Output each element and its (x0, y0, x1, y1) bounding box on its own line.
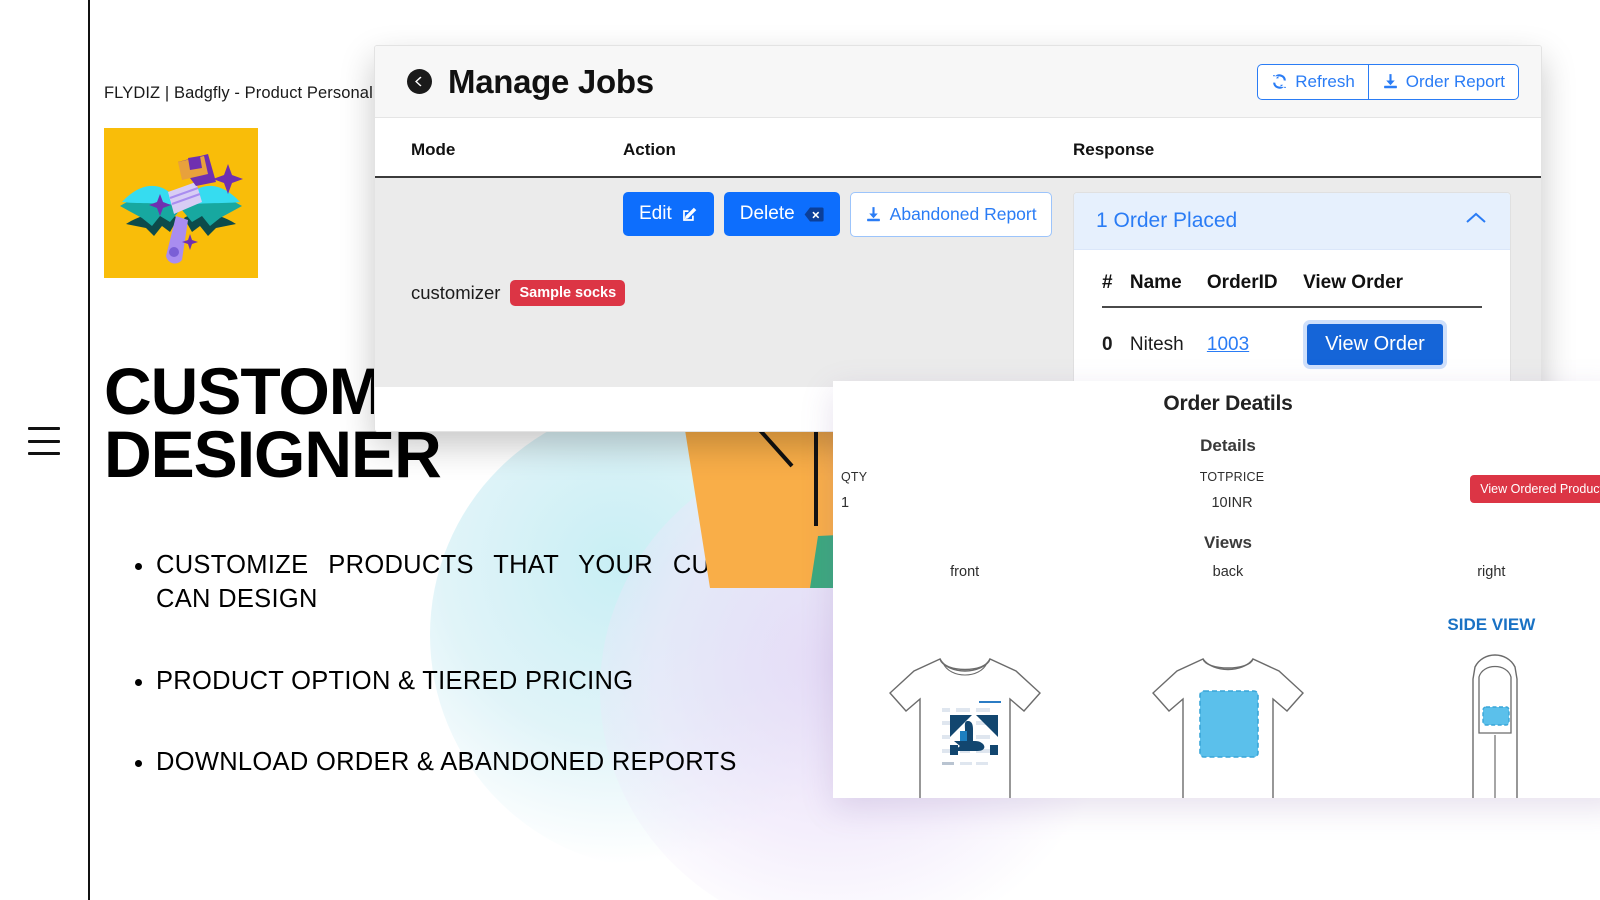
details-heading: Details (1200, 436, 1256, 455)
mode-label: customizer (411, 281, 501, 303)
view-label-text: back (1212, 564, 1244, 580)
order-accordion: 1 Order Placed # Name OrderID View Order… (1073, 192, 1511, 387)
back-arrow-glyph (415, 76, 422, 87)
delete-button[interactable]: Delete (723, 192, 840, 236)
view-label-front: front (833, 563, 1096, 581)
details-grid: QTY 1 TOTPRICE 10INR View Ordered Produc… (833, 470, 1600, 511)
col-name: Name (1129, 266, 1207, 308)
hamburger-line (28, 439, 60, 443)
shirt-front-wrap (833, 645, 1096, 798)
screenshot-root: FLYDIZ | Badgfly - Product Personalizer (0, 0, 1600, 900)
views-labels-row: front back right (833, 563, 1600, 581)
pencil-square-icon (682, 207, 697, 221)
totprice-field: TOTPRICE 10INR (1102, 470, 1363, 511)
status-badge: Sample socks (510, 279, 626, 306)
column-header-response: Response (1073, 140, 1155, 159)
download-icon (866, 207, 880, 222)
totprice-label: TOTPRICE (1199, 470, 1265, 484)
shirt-back-wrap (1096, 645, 1359, 798)
manage-jobs-header: Manage Jobs Refresh Order Report (375, 46, 1541, 118)
column-header-action: Action (623, 140, 676, 159)
cell-index: 0 (1102, 307, 1130, 382)
view-label-right: right (1360, 563, 1600, 581)
accordion-header[interactable]: 1 Order Placed (1074, 193, 1510, 250)
hamburger-line (28, 452, 60, 455)
delete-label: Delete (739, 203, 795, 224)
shirt-side-wrap (1360, 645, 1600, 798)
download-icon (1383, 74, 1397, 89)
list-item: DOWNLOAD ORDER & ABANDONED REPORTS (156, 745, 838, 779)
col-view-order: View Order (1303, 266, 1482, 308)
view-image-right: SIDE VIEW (1360, 591, 1600, 798)
qty-label: QTY (841, 470, 868, 484)
accordion-title: 1 Order Placed (1096, 209, 1238, 232)
cell-view-order: View Order (1303, 307, 1482, 382)
refresh-icon (1273, 74, 1287, 89)
print-area-back (1199, 690, 1259, 758)
view-order-button[interactable]: View Order (1303, 320, 1447, 369)
totprice-value: 10INR (1211, 495, 1253, 511)
order-report-label: Order Report (1405, 71, 1505, 91)
col-orderid: OrderID (1206, 266, 1304, 308)
views-heading: Views (1204, 533, 1252, 552)
brand-title: FLYDIZ | Badgfly - Product Personalizer (104, 84, 400, 102)
slide-left-divider (88, 0, 90, 900)
tshirt-front-icon (888, 658, 1041, 798)
order-details-title: Order Deatils (1163, 392, 1293, 415)
print-area-side (1482, 706, 1511, 726)
cell-action: Edit Delete Abandoned Report (623, 178, 1063, 387)
hamburger-line (28, 427, 60, 430)
cell-mode: customizer Sample socks (375, 178, 626, 387)
order-details-card: Order Deatils Details QTY 1 TOTPRICE 10I… (833, 381, 1600, 798)
edit-button[interactable]: Edit (623, 192, 714, 236)
views-images-row: SIDE VIEW (833, 591, 1600, 798)
col-index: # (1102, 266, 1130, 308)
times-box-icon (804, 207, 824, 221)
cell-name: Nitesh (1129, 307, 1207, 382)
column-header-mode: Mode (411, 140, 456, 159)
chevron-up-glyph (1466, 212, 1486, 223)
abandoned-report-label: Abandoned Report (889, 204, 1037, 224)
accordion-body: # Name OrderID View Order 0 Nitesh 1003 … (1074, 250, 1510, 386)
view-image-front (833, 591, 1096, 798)
view-label-back: back (1096, 563, 1359, 581)
qty-field: QTY 1 (833, 470, 1102, 511)
refresh-label: Refresh (1295, 71, 1355, 91)
chevron-up-icon[interactable] (1464, 210, 1488, 232)
back-arrow-icon[interactable] (407, 69, 432, 94)
brand-logo (104, 128, 258, 278)
orders-table: # Name OrderID View Order 0 Nitesh 1003 … (1102, 266, 1482, 382)
table-row: customizer Sample socks Edit Delete Aban… (375, 178, 1541, 387)
paintbrush-wings-logo-icon (120, 154, 243, 264)
hamburger-icon[interactable] (28, 427, 60, 455)
view-image-back (1096, 591, 1359, 798)
view-label-text: front (950, 564, 980, 580)
table-column-headers: Mode Action Response (375, 118, 1541, 178)
tshirt-back-icon (1152, 658, 1304, 798)
panel-title: Manage Jobs (448, 62, 654, 100)
order-report-button[interactable]: Order Report (1367, 63, 1519, 100)
orders-table-header-row: # Name OrderID View Order (1102, 266, 1482, 308)
list-item: PRODUCT OPTION & TIERED PRICING (156, 664, 838, 698)
view-ordered-product-button[interactable]: View Ordered Product (1470, 475, 1600, 503)
abandoned-report-button[interactable]: Abandoned Report (849, 192, 1052, 237)
cell-orderid: 1003 (1206, 307, 1304, 382)
qty-value: 1 (841, 495, 850, 511)
table-row: 0 Nitesh 1003 View Order (1102, 307, 1482, 382)
side-view-caption: SIDE VIEW (1447, 615, 1536, 634)
order-id-link[interactable]: 1003 (1207, 334, 1249, 355)
manage-jobs-body: Mode Action Response customizer Sample s… (375, 118, 1541, 387)
edit-label: Edit (639, 203, 672, 224)
cell-response: 1 Order Placed # Name OrderID View Order… (1063, 178, 1541, 387)
manage-jobs-panel: Manage Jobs Refresh Order Report Mode Ac… (374, 45, 1542, 432)
view-label-text: right (1477, 564, 1506, 580)
refresh-button[interactable]: Refresh (1257, 63, 1368, 100)
header-action-group: Refresh Order Report (1257, 63, 1519, 100)
tshirt-side-icon (1472, 654, 1519, 798)
